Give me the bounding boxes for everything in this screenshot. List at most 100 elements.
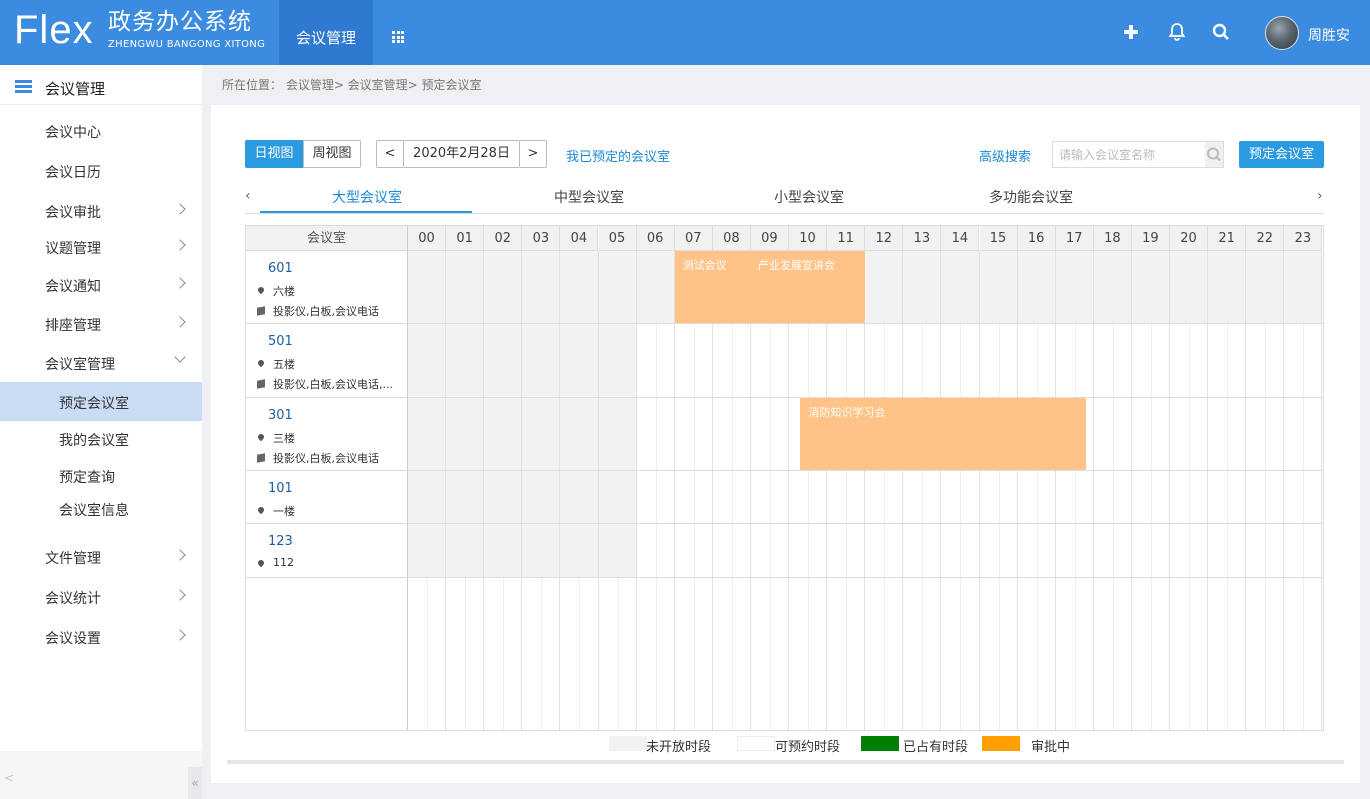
sidebar-item-label: 文件管理: [45, 551, 101, 567]
scroll-left-icon[interactable]: <: [4, 771, 14, 785]
sidebar-item-file-management[interactable]: 文件管理: [0, 540, 202, 576]
bell-icon[interactable]: [1167, 22, 1187, 42]
legend-swatch-closed: [609, 736, 647, 751]
hour-header: 20: [1170, 226, 1209, 251]
tab-multifunction-room[interactable]: 多功能会议室: [989, 187, 1073, 207]
sidebar-item-meeting-calendar[interactable]: 会议日历: [0, 154, 202, 190]
sidebar-item-my-rooms[interactable]: 我的会议室: [0, 422, 202, 458]
hour-header: 14: [941, 226, 980, 251]
room-row[interactable]: 101 一楼: [246, 471, 1323, 524]
booking-block[interactable]: 消防知识学习会: [800, 398, 1087, 470]
apps-icon[interactable]: [392, 31, 404, 43]
hour-header: 16: [1017, 226, 1056, 251]
hour-header: 17: [1055, 226, 1094, 251]
room-number[interactable]: 123: [268, 534, 293, 549]
sidebar-item-label: 会议通知: [45, 279, 101, 295]
tabs-prev-icon[interactable]: ‹: [245, 188, 251, 204]
sidebar-title: 会议管理: [45, 80, 106, 98]
location-pin-icon: [256, 505, 266, 515]
hour-header: 15: [979, 226, 1018, 251]
sidebar-item-meeting-statistics[interactable]: 会议统计: [0, 580, 202, 616]
sidebar-item-label: 预定会议室: [59, 396, 129, 412]
room-search-input[interactable]: [1053, 142, 1203, 167]
hour-header: 09: [750, 226, 789, 251]
device-box-icon: [257, 379, 265, 389]
tab-medium-room[interactable]: 中型会议室: [554, 187, 624, 207]
plus-icon[interactable]: [1121, 22, 1141, 42]
room-number[interactable]: 301: [268, 408, 293, 423]
sidebar-item-booking-query[interactable]: 预定查询: [0, 459, 202, 495]
hour-header: 18: [1093, 226, 1132, 251]
tab-meeting-management[interactable]: 会议管理: [279, 0, 373, 65]
booking-title[interactable]: 产业发展宣讲会: [758, 257, 835, 273]
legend-label-closed: 未开放时段: [646, 740, 712, 755]
sidebar-item-book-room[interactable]: 预定会议室: [0, 382, 202, 421]
sidebar-item-label: 预定查询: [59, 470, 115, 486]
room-number[interactable]: 101: [268, 481, 293, 496]
tab-small-room[interactable]: 小型会议室: [774, 187, 844, 207]
room-row[interactable]: 123 112: [246, 524, 1323, 578]
hour-header: 06: [636, 226, 675, 251]
legend-swatch-pending: [982, 736, 1020, 751]
sidebar: 会议管理 会议中心 会议日历 会议审批 议题管理 会议通知 排座管理 会议室管理…: [0, 65, 202, 799]
sidebar-item-meeting-approval[interactable]: 会议审批: [0, 194, 202, 230]
date-display[interactable]: 2020年2月28日: [404, 140, 519, 168]
room-devices: 投影仪,白板,会议电话: [273, 305, 379, 318]
horizontal-scrollbar[interactable]: [227, 760, 1344, 764]
menu-list-icon: [15, 80, 32, 93]
location-pin-icon: [256, 432, 266, 442]
room-cell: 501 五楼 投影仪,白板,会议电话,...: [246, 324, 408, 397]
sidebar-item-label: 会议日历: [45, 165, 101, 181]
sidebar-item-meeting-notice[interactable]: 会议通知: [0, 268, 202, 304]
sidebar-item-seating-management[interactable]: 排座管理: [0, 307, 202, 343]
prev-date-button[interactable]: <: [376, 140, 404, 168]
book-room-button[interactable]: 预定会议室: [1239, 141, 1324, 168]
room-floor: 五楼: [273, 358, 295, 371]
day-view-button[interactable]: 日视图: [245, 140, 303, 168]
legend-label-available: 可预约时段: [775, 740, 841, 755]
room-type-tabs: ‹ 大型会议室 中型会议室 小型会议室 多功能会议室 ›: [245, 180, 1324, 214]
sidebar-footer: < «: [0, 751, 202, 799]
search-icon: [1207, 147, 1221, 162]
collapse-sidebar-icon[interactable]: «: [188, 767, 202, 799]
sidebar-item-topic-management[interactable]: 议题管理: [0, 230, 202, 266]
next-date-button[interactable]: >: [519, 140, 547, 168]
location-pin-icon: [256, 358, 266, 368]
sidebar-item-meeting-settings[interactable]: 会议设置: [0, 620, 202, 656]
avatar[interactable]: [1265, 16, 1299, 50]
hour-header: 01: [446, 226, 485, 251]
room-row[interactable]: 501 五楼 投影仪,白板,会议电话,...: [246, 324, 1323, 398]
sidebar-item-room-management[interactable]: 会议室管理: [0, 346, 202, 382]
hour-header: 08: [712, 226, 751, 251]
sidebar-item-meeting-center[interactable]: 会议中心: [0, 114, 202, 150]
logo-mark: Flex: [14, 8, 94, 52]
chevron-right-icon: [174, 277, 186, 289]
tab-large-room[interactable]: 大型会议室: [332, 187, 402, 207]
legend-swatch-available: [737, 736, 775, 751]
hour-header: 19: [1131, 226, 1170, 251]
chevron-right-icon: [174, 549, 186, 561]
room-number[interactable]: 501: [268, 334, 293, 349]
schedule-grid: 会议室 00 01 02 03 04 05 06 07 08 09 10 11 12 13 14 15 16 17…: [245, 225, 1324, 731]
sidebar-item-label: 我的会议室: [59, 433, 129, 449]
room-floor: 112: [273, 556, 294, 569]
sidebar-item-label: 会议室管理: [45, 357, 115, 373]
booking-title[interactable]: 测试会议: [683, 257, 727, 273]
room-row[interactable]: 301 三楼 投影仪,白板,会议电话: [246, 398, 1323, 471]
chevron-right-icon: [174, 589, 186, 601]
legend-swatch-occupied: [861, 736, 899, 751]
booking-title[interactable]: 消防知识学习会: [808, 404, 885, 420]
hour-header: 07: [674, 226, 713, 251]
hour-header: 04: [560, 226, 599, 251]
sidebar-item-room-info[interactable]: 会议室信息: [0, 492, 202, 528]
room-cell: 301 三楼 投影仪,白板,会议电话: [246, 398, 408, 470]
advanced-search-link[interactable]: 高级搜索: [979, 146, 1031, 165]
week-view-button[interactable]: 周视图: [303, 140, 361, 168]
tabs-next-icon[interactable]: ›: [1317, 188, 1323, 204]
search-icon[interactable]: [1211, 22, 1231, 42]
room-number[interactable]: 601: [268, 261, 293, 276]
hour-header: 23: [1284, 226, 1323, 251]
my-booked-rooms-link[interactable]: 我已预定的会议室: [566, 146, 670, 165]
user-name[interactable]: 周胜安: [1308, 25, 1350, 45]
search-button[interactable]: [1205, 142, 1223, 167]
